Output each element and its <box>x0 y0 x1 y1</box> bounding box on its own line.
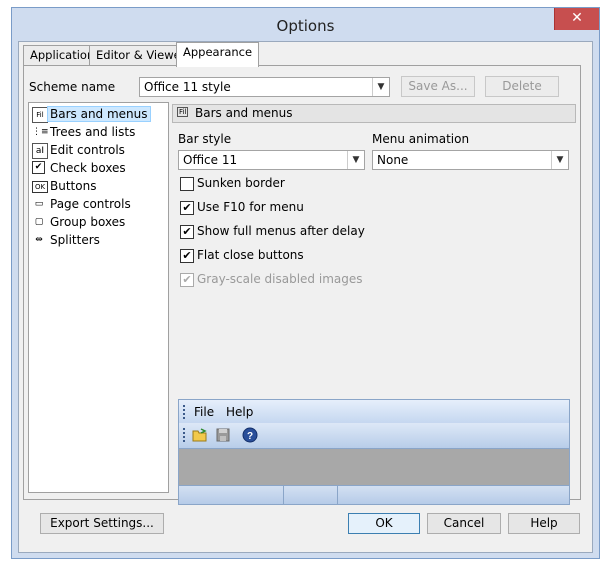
status-separator <box>337 486 338 504</box>
tree-item-check-boxes[interactable]: ✔ Check boxes <box>31 160 164 177</box>
preview-menu-file: File <box>194 405 215 419</box>
help-icon: ? <box>242 427 258 443</box>
tree-item-trees-lists[interactable]: ⋮≡ Trees and lists <box>31 124 164 141</box>
appearance-page: Scheme name Office 11 style ▼ Save As...… <box>23 65 581 505</box>
cancel-button[interactable]: Cancel <box>427 513 501 534</box>
grip-handle-icon <box>183 428 188 442</box>
bar-style-value: Office 11 <box>183 153 238 167</box>
preview-menu-bar: File Help <box>179 400 569 423</box>
check-box-icon: ✔ <box>32 161 45 174</box>
save-as-button[interactable]: Save As... <box>401 76 475 97</box>
tab-label: Appearance <box>183 45 253 59</box>
ok-button[interactable]: OK <box>348 513 420 534</box>
tab-appearance[interactable]: Appearance <box>176 42 260 67</box>
checkbox-box[interactable]: ✔ <box>180 201 194 215</box>
show-full-menus-checkbox[interactable]: ✔ Show full menus after delay <box>180 224 380 240</box>
open-folder-icon <box>192 427 208 443</box>
panel-title: Bars and menus <box>195 106 293 120</box>
chevron-down-icon[interactable]: ▼ <box>347 151 364 169</box>
save-disk-icon <box>215 427 231 443</box>
scheme-name-select[interactable]: Office 11 style ▼ <box>139 77 390 97</box>
bars-menus-icon: Fil <box>177 107 189 117</box>
tree-list-icon: ⋮≡ <box>32 127 49 137</box>
tree-item-label: Trees and lists <box>50 125 136 139</box>
preview-menu-help: Help <box>226 405 254 419</box>
tab-label: Application <box>30 48 95 62</box>
tree-item-page-controls[interactable]: ▭ Page controls <box>31 196 164 213</box>
use-f10-checkbox[interactable]: ✔ Use F10 for menu <box>180 200 330 216</box>
checkbox-box[interactable]: ✔ <box>180 249 194 263</box>
flat-close-buttons-checkbox[interactable]: ✔ Flat close buttons <box>180 248 330 264</box>
checkbox-label: Flat close buttons <box>197 248 304 262</box>
scheme-name-label: Scheme name <box>29 80 116 94</box>
scheme-name-value: Office 11 style <box>144 80 231 94</box>
button-icon: OK <box>32 181 48 193</box>
tree-item-edit-controls[interactable]: aI Edit controls <box>31 142 164 159</box>
group-box-icon: ▢ <box>34 217 44 227</box>
tree-item-label: Edit controls <box>50 143 125 157</box>
page-control-icon: ▭ <box>34 199 44 209</box>
svg-text:?: ? <box>247 431 253 442</box>
splitter-icon: ⇹ <box>35 235 43 245</box>
status-separator <box>283 486 284 504</box>
edit-control-icon: aI <box>32 143 48 159</box>
export-settings-button[interactable]: Export Settings... <box>40 513 164 534</box>
tree-item-label: Bars and menus <box>47 106 151 122</box>
bars-menus-icon: Fil <box>32 107 48 123</box>
preview-toolbar: ? <box>179 423 569 449</box>
sunken-border-checkbox[interactable]: Sunken border <box>180 176 330 192</box>
grip-handle-icon <box>183 405 188 419</box>
menu-animation-value: None <box>377 153 409 167</box>
tree-item-label: Splitters <box>50 233 100 247</box>
category-tree[interactable]: Fil Bars and menus ⋮≡ Trees and lists aI Ed… <box>28 102 169 493</box>
checkbox-label: Sunken border <box>197 176 285 190</box>
tree-item-label: Buttons <box>50 179 97 193</box>
close-icon: ✕ <box>571 10 583 26</box>
menu-animation-select[interactable]: None ▼ <box>372 150 569 170</box>
gray-scale-images-checkbox[interactable]: ✔ Gray-scale disabled images <box>180 272 380 288</box>
checkbox-label: Show full menus after delay <box>197 224 365 238</box>
tree-item-bars-menus[interactable]: Fil Bars and menus <box>31 106 164 123</box>
checkbox-label: Use F10 for menu <box>197 200 304 214</box>
checkbox-box[interactable]: ✔ <box>180 225 194 239</box>
bar-style-select[interactable]: Office 11 ▼ <box>178 150 365 170</box>
bar-style-label: Bar style <box>178 132 232 146</box>
help-button[interactable]: Help <box>508 513 580 534</box>
tree-item-splitters[interactable]: ⇹ Splitters <box>31 232 164 249</box>
window-title: Options <box>276 17 335 35</box>
dialog-client: Application Editor & Viewers Appearance … <box>18 41 593 553</box>
chevron-down-icon[interactable]: ▼ <box>551 151 568 169</box>
chevron-down-icon[interactable]: ▼ <box>372 78 389 96</box>
tree-item-label: Check boxes <box>50 161 126 175</box>
tree-item-label: Page controls <box>50 197 131 211</box>
checkbox-box[interactable] <box>180 177 194 191</box>
close-button[interactable]: ✕ <box>554 8 599 30</box>
checkbox-label: Gray-scale disabled images <box>197 272 363 286</box>
options-window: Options ✕ Application Editor & Viewers A… <box>11 7 600 559</box>
title-bar[interactable]: Options ✕ <box>12 8 599 41</box>
menu-animation-label: Menu animation <box>372 132 470 146</box>
preview-status-bar <box>179 485 569 504</box>
checkbox-box[interactable]: ✔ <box>180 273 194 287</box>
bar-style-preview: File Help ? <box>178 399 570 505</box>
delete-button[interactable]: Delete <box>485 76 559 97</box>
tree-item-buttons[interactable]: OK Buttons <box>31 178 164 195</box>
tree-item-label: Group boxes <box>50 215 126 229</box>
tree-item-group-boxes[interactable]: ▢ Group boxes <box>31 214 164 231</box>
panel-header: Fil Bars and menus <box>172 104 576 123</box>
